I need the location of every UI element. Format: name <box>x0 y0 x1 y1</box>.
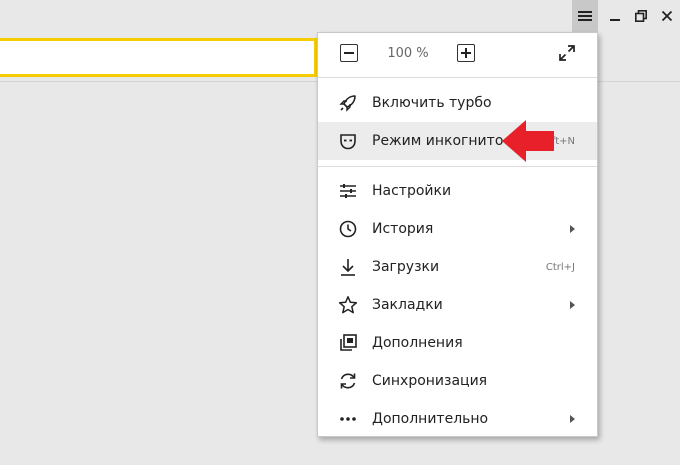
menu-item-shortcut: Ctrl+J <box>545 261 575 273</box>
download-icon <box>341 259 355 276</box>
star-icon <box>338 296 358 314</box>
incognito-mask-icon <box>340 134 356 150</box>
menu-item-label: Синхронизация <box>372 373 488 389</box>
submenu-arrow-icon <box>570 415 575 423</box>
menu-separator <box>318 166 597 167</box>
menu-item-label: Загрузки <box>372 259 440 275</box>
sync-icon <box>340 373 356 389</box>
menu-item-bookmarks[interactable]: Закладки <box>318 286 597 324</box>
red-arrow-annotation-icon <box>502 120 554 162</box>
hamburger-icon <box>578 11 592 21</box>
clock-icon <box>339 220 357 238</box>
minimize-button[interactable] <box>602 1 628 31</box>
menu-item-label: Включить турбо <box>372 95 492 111</box>
more-dots-icon <box>340 417 356 421</box>
zoom-in-button[interactable] <box>457 44 475 62</box>
address-bar[interactable] <box>0 38 317 77</box>
menu-item-label: История <box>372 221 434 237</box>
zoom-row: 100 % <box>318 33 597 77</box>
zoom-out-button[interactable] <box>340 44 358 62</box>
menu-button[interactable] <box>572 0 598 32</box>
menu-item-downloads[interactable]: Загрузки Ctrl+J <box>318 248 597 286</box>
menu-separator <box>318 77 597 78</box>
menu-item-label: Режим инкогнито <box>372 133 504 149</box>
close-icon <box>661 10 673 22</box>
plus-icon <box>461 48 471 58</box>
menu-item-history[interactable]: История <box>318 210 597 248</box>
submenu-arrow-icon <box>570 301 575 309</box>
menu-item-turbo[interactable]: Включить турбо <box>318 84 597 122</box>
menu-item-label: Дополнения <box>372 335 463 351</box>
fullscreen-button[interactable] <box>558 44 576 62</box>
menu-item-addons[interactable]: Дополнения <box>318 324 597 362</box>
submenu-arrow-icon <box>570 225 575 233</box>
menu-item-more[interactable]: Дополнительно <box>318 400 597 438</box>
minimize-icon <box>610 19 620 21</box>
restore-icon <box>635 10 647 22</box>
minus-icon <box>344 52 354 54</box>
addons-icon <box>340 334 357 351</box>
rocket-icon <box>339 95 356 112</box>
restore-button[interactable] <box>628 1 654 31</box>
settings-sliders-icon <box>340 184 356 198</box>
menu-item-settings[interactable]: Настройки <box>318 172 597 210</box>
close-button[interactable] <box>654 1 680 31</box>
main-menu: 100 % Включить турбо Режим инкогнито ft+… <box>317 32 598 437</box>
menu-item-label: Настройки <box>372 183 452 199</box>
window-controls <box>572 0 680 32</box>
menu-item-label: Дополнительно <box>372 411 489 427</box>
menu-item-sync[interactable]: Синхронизация <box>318 362 597 400</box>
zoom-level: 100 % <box>387 46 429 61</box>
menu-item-label: Закладки <box>372 297 443 313</box>
fullscreen-arrows-icon <box>559 45 575 61</box>
